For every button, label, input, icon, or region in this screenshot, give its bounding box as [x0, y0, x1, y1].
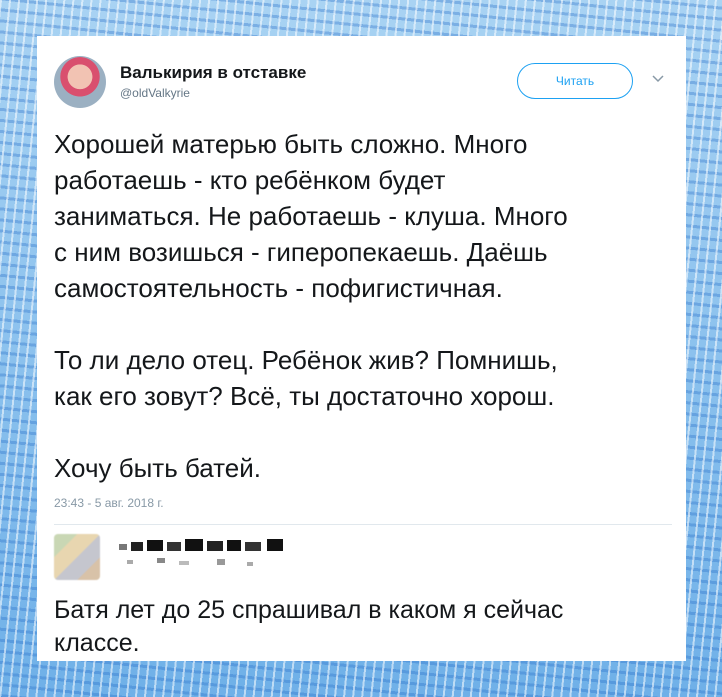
- tweet-card: Валькирия в отставке @oldValkyrie Читать…: [37, 36, 686, 661]
- reply-avatar-censored: [54, 534, 100, 580]
- divider: [54, 524, 672, 525]
- tweet-timestamp[interactable]: 23:43 - 5 авг. 2018 г.: [54, 496, 164, 510]
- tweet-paragraph: То ли дело отец. Ребёнок жив? Помнишь, к…: [54, 345, 558, 411]
- reply-author-censored: [119, 539, 283, 566]
- chevron-down-icon[interactable]: [651, 72, 665, 86]
- author-avatar[interactable]: [54, 56, 106, 108]
- tweet-text: Хорошей матерью быть сложно. Много работ…: [54, 126, 674, 486]
- reply-text: Батя лет до 25 спрашивал в каком я сейча…: [54, 596, 564, 657]
- author-display-name[interactable]: Валькирия в отставке: [120, 63, 306, 83]
- author-handle[interactable]: @oldValkyrie: [120, 86, 190, 100]
- follow-button[interactable]: Читать: [517, 63, 633, 99]
- tweet-paragraph: Хорошей матерью быть сложно. Много работ…: [54, 129, 568, 303]
- tweet-paragraph: Хочу быть батей.: [54, 453, 261, 483]
- follow-button-label: Читать: [555, 74, 595, 88]
